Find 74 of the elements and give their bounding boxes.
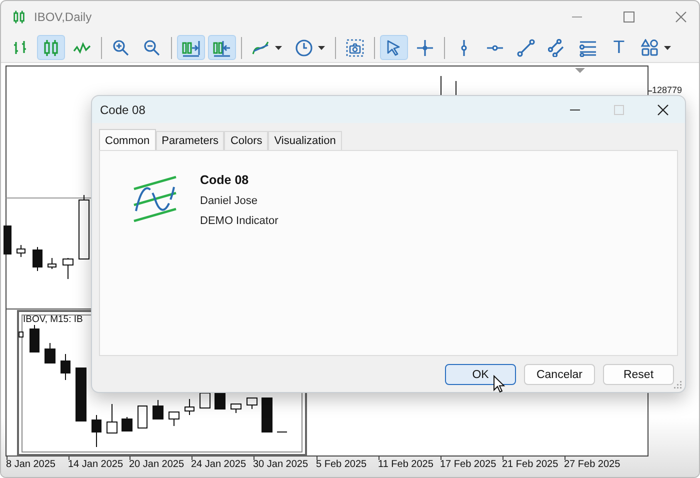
window-title: IBOV,Daily [34, 10, 92, 24]
price-label: 128779 [652, 85, 682, 95]
candlestick [106, 404, 118, 434]
level-lines-icon [579, 38, 597, 56]
ok-button[interactable]: OK [445, 364, 516, 385]
candlestick-icon [42, 38, 60, 56]
reset-button[interactable]: Reset [603, 364, 674, 385]
toolbar-button[interactable]: T [605, 35, 633, 60]
candlestick [92, 414, 102, 448]
indicator-icon [132, 175, 178, 223]
candlestick [78, 194, 90, 260]
scroll-marker-icon [575, 68, 585, 73]
candlestick-icon [12, 10, 26, 24]
resize-grip-icon[interactable] [673, 380, 682, 389]
clock-icon [295, 38, 313, 56]
candlestick [16, 244, 26, 258]
toolbar-button[interactable] [37, 35, 65, 60]
maximize-icon[interactable] [623, 11, 635, 23]
candlestick [4, 226, 12, 254]
date-label: 24 Jan 2025 [191, 459, 246, 470]
crosshair-icon [416, 38, 434, 56]
candlestick [32, 246, 42, 272]
date-label: 5 Feb 2025 [316, 459, 367, 470]
maximize-icon [613, 104, 625, 116]
screenshot-icon [346, 38, 364, 56]
candlestick [44, 342, 56, 364]
date-label: 17 Feb 2025 [440, 459, 496, 470]
tab[interactable]: Parameters [156, 131, 224, 150]
subwindow-title: IBOV, M15: IB [23, 314, 83, 325]
tab[interactable]: Common [99, 129, 156, 150]
toolbar-button[interactable] [380, 35, 408, 60]
shift-left-icon [213, 38, 231, 56]
candlestick [184, 398, 194, 416]
horizontal-line-icon [486, 44, 504, 50]
candlestick [18, 332, 24, 338]
candlestick [62, 258, 74, 280]
candlestick [200, 392, 210, 408]
author-text: Daniel Jose [200, 195, 258, 207]
date-label: 30 Jan 2025 [253, 459, 308, 470]
zoom-out-icon [143, 38, 161, 56]
cancel-button[interactable]: Cancelar [524, 364, 595, 385]
candlestick [76, 368, 86, 422]
date-label: 8 Jan 2025 [6, 459, 56, 470]
candlestick [168, 412, 180, 426]
scroll-right-icon [182, 38, 200, 56]
tab[interactable]: Colors [224, 131, 268, 150]
description-text: DEMO Indicator [200, 215, 278, 227]
indicator-name: Code 08 [200, 173, 249, 187]
candlestick [152, 400, 164, 420]
channel-icon [548, 38, 566, 56]
date-label: 11 Feb 2025 [378, 459, 434, 470]
trend-line-icon [517, 38, 535, 56]
candlestick [262, 398, 272, 432]
candlestick [230, 404, 242, 414]
shapes-icon [641, 38, 659, 56]
date-label: 21 Feb 2025 [502, 459, 558, 470]
dialog-title: Code 08 [100, 102, 146, 116]
candlestick [246, 398, 258, 410]
date-label: 20 Jan 2025 [129, 459, 184, 470]
tab[interactable]: Visualization [268, 131, 342, 150]
date-label: 27 Feb 2025 [564, 459, 620, 470]
candlestick [138, 406, 148, 428]
mouse-pointer-icon [493, 375, 505, 393]
toolbar-button[interactable] [208, 35, 236, 60]
candlestick [30, 324, 40, 352]
candlestick [48, 258, 56, 270]
date-label: 14 Jan 2025 [68, 459, 124, 470]
close-icon[interactable] [657, 104, 669, 116]
zoom-in-icon [112, 38, 130, 56]
bar-chart-icon [11, 38, 29, 56]
candlestick [60, 354, 70, 380]
candlestick [122, 416, 132, 432]
candlestick [214, 392, 226, 410]
toolbar-button[interactable] [177, 35, 205, 60]
